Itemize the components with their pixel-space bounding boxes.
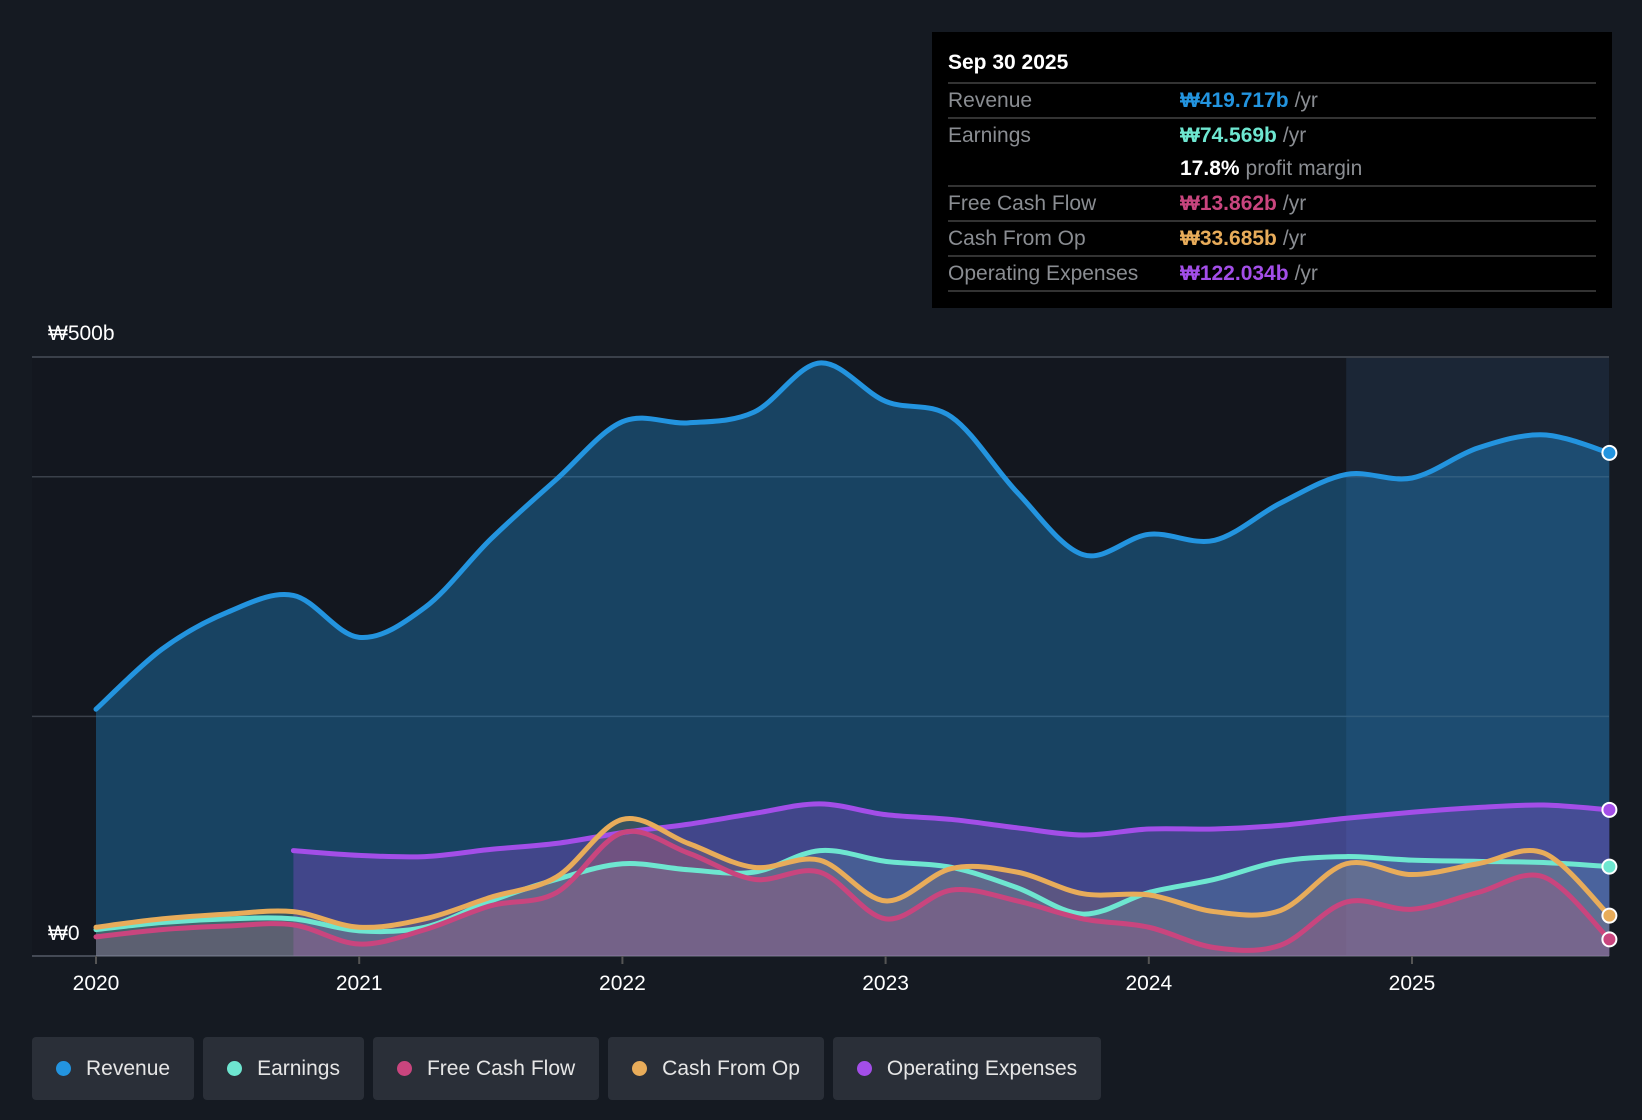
tooltip-value: 17.8% bbox=[1180, 157, 1240, 180]
tooltip-unit: /yr bbox=[1282, 124, 1307, 147]
x-tick-label: 2023 bbox=[862, 972, 909, 995]
legend-dot-icon bbox=[227, 1061, 243, 1076]
x-tick-label: 2021 bbox=[336, 972, 383, 995]
tooltip-value: ₩13.862b bbox=[1180, 192, 1277, 215]
tooltip: Sep 30 2025 Revenue ₩419.717b/yr Earnings ₩… bbox=[932, 32, 1612, 308]
tooltip-unit: /yr bbox=[1282, 192, 1307, 215]
tooltip-unit: /yr bbox=[1294, 89, 1318, 112]
tooltip-label: Earnings bbox=[948, 124, 1031, 147]
legend-item-cash-from-op[interactable]: Cash From Op bbox=[608, 1037, 824, 1100]
tooltip-unit: /yr bbox=[1294, 262, 1318, 285]
legend: Revenue Earnings Free Cash Flow Cash From O… bbox=[32, 1037, 1102, 1100]
earnings-endpoint bbox=[1601, 858, 1618, 875]
legend-item-operating-expenses[interactable]: Operating Expenses bbox=[832, 1037, 1102, 1100]
tooltip-row: 17.8% profit margin bbox=[948, 152, 1596, 187]
legend-dot-icon bbox=[632, 1061, 648, 1076]
tooltip-value: ₩74.569b bbox=[1180, 124, 1277, 147]
x-tick-label: 2022 bbox=[599, 972, 646, 995]
tooltip-label: Free Cash Flow bbox=[948, 192, 1097, 215]
legend-dot-icon bbox=[396, 1061, 412, 1076]
legend-label: Free Cash Flow bbox=[426, 1056, 576, 1080]
tooltip-date: Sep 30 2025 bbox=[948, 46, 1596, 84]
legend-item-revenue[interactable]: Revenue bbox=[32, 1037, 195, 1100]
tooltip-label: Cash From Op bbox=[948, 227, 1086, 250]
y-label-zero: ₩0 bbox=[48, 922, 80, 945]
legend-label: Earnings bbox=[257, 1056, 340, 1080]
tooltip-value: ₩33.685b bbox=[1180, 227, 1277, 250]
tooltip-value: ₩419.717b bbox=[1180, 89, 1289, 112]
x-tick-label: 2020 bbox=[73, 972, 120, 995]
legend-label: Operating Expenses bbox=[886, 1056, 1078, 1080]
tooltip-label: Revenue bbox=[948, 89, 1033, 112]
tooltip-row: Earnings ₩74.569b/yr bbox=[948, 119, 1596, 152]
tooltip-row: Operating Expenses ₩122.034b/yr bbox=[948, 257, 1596, 292]
legend-label: Revenue bbox=[86, 1056, 171, 1080]
tooltip-value: ₩122.034b bbox=[1180, 262, 1289, 285]
legend-item-free-cash-flow[interactable]: Free Cash Flow bbox=[372, 1037, 600, 1100]
legend-item-earnings[interactable]: Earnings bbox=[203, 1037, 364, 1100]
tooltip-row: Cash From Op ₩33.685b/yr bbox=[948, 222, 1596, 257]
x-tick-label: 2024 bbox=[1125, 972, 1172, 995]
operating-expenses-endpoint bbox=[1601, 801, 1618, 818]
free-cash-flow-endpoint bbox=[1601, 931, 1618, 948]
tooltip-unit: /yr bbox=[1282, 227, 1307, 250]
x-tick-label: 2025 bbox=[1389, 972, 1436, 995]
tooltip-unit: profit margin bbox=[1245, 157, 1363, 180]
cash-from-op-endpoint bbox=[1601, 907, 1618, 924]
tooltip-label bbox=[948, 152, 1180, 185]
tooltip-row: Free Cash Flow ₩13.862b/yr bbox=[948, 187, 1596, 222]
legend-dot-icon bbox=[56, 1061, 71, 1076]
revenue-endpoint bbox=[1601, 444, 1618, 461]
tooltip-row: Revenue ₩419.717b/yr bbox=[948, 84, 1596, 119]
legend-dot-icon bbox=[856, 1061, 872, 1076]
tooltip-label: Operating Expenses bbox=[948, 262, 1139, 285]
y-label-max: ₩500b bbox=[48, 322, 115, 345]
legend-label: Cash From Op bbox=[662, 1056, 800, 1080]
